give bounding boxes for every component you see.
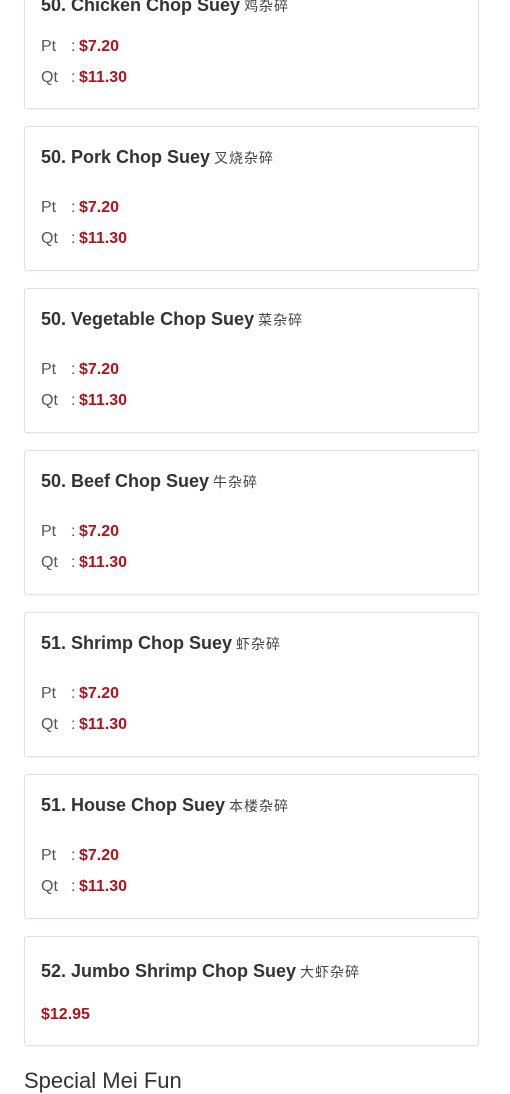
pint-price-row[interactable]: Pt: $7.20 bbox=[41, 685, 119, 703]
menu-item-title: 51. House Chop Suey 本楼杂碎 bbox=[41, 795, 290, 815]
quart-price-row[interactable]: Qt: $11.30 bbox=[41, 554, 127, 572]
menu-item-title: 50. Vegetable Chop Suey 菜杂碎 bbox=[41, 309, 304, 329]
quart-price-row[interactable]: Qt: $11.30 bbox=[41, 392, 127, 410]
pint-price-row[interactable]: Pt: $7.20 bbox=[41, 38, 119, 56]
pint-price-row[interactable]: Pt: $7.20 bbox=[41, 199, 119, 217]
item-price: $12.95 bbox=[41, 1006, 90, 1023]
menu-item-title: 50. Chicken Chop Suey 鸡杂碎 bbox=[41, 0, 290, 15]
section-heading: Special Mei Fun bbox=[24, 1068, 182, 1093]
quart-price-row[interactable]: Qt: $11.30 bbox=[41, 230, 127, 248]
menu-item-card[interactable]: 51. Shrimp Chop Suey 虾杂碎 Pt: $7.20 Qt: $11.… bbox=[24, 612, 479, 757]
menu-item-card[interactable]: 50. Chicken Chop Suey 鸡杂碎 Pt: $7.20 Qt: $11… bbox=[24, 0, 479, 109]
menu-item-card[interactable]: 50. Pork Chop Suey 叉烧杂碎 Pt: $7.20 Qt: $11.3… bbox=[24, 126, 479, 271]
menu-item-title: 50. Pork Chop Suey 叉烧杂碎 bbox=[41, 147, 275, 167]
quart-price-row[interactable]: Qt: $11.30 bbox=[41, 716, 127, 734]
pint-price-row[interactable]: Pt: $7.20 bbox=[41, 847, 119, 865]
menu-item-card[interactable]: 52. Jumbo Shrimp Chop Suey 大虾杂碎 $12.95 bbox=[24, 936, 479, 1046]
menu-item-card[interactable]: 51. House Chop Suey 本楼杂碎 Pt: $7.20 Qt: $11.… bbox=[24, 774, 479, 919]
quart-price-row[interactable]: Qt: $11.30 bbox=[41, 69, 127, 87]
menu-item-card[interactable]: 50. Beef Chop Suey 牛杂碎 Pt: $7.20 Qt: $11.30 bbox=[24, 450, 479, 595]
menu-item-title: 51. Shrimp Chop Suey 虾杂碎 bbox=[41, 633, 282, 653]
pint-price-row[interactable]: Pt: $7.20 bbox=[41, 361, 119, 379]
quart-price-row[interactable]: Qt: $11.30 bbox=[41, 878, 127, 896]
pint-price-row[interactable]: Pt: $7.20 bbox=[41, 523, 119, 541]
menu-item-card[interactable]: 50. Vegetable Chop Suey 菜杂碎 Pt: $7.20 Qt: $… bbox=[24, 288, 479, 433]
menu-item-title: 52. Jumbo Shrimp Chop Suey 大虾杂碎 bbox=[41, 961, 361, 981]
menu-item-title: 50. Beef Chop Suey 牛杂碎 bbox=[41, 471, 259, 491]
